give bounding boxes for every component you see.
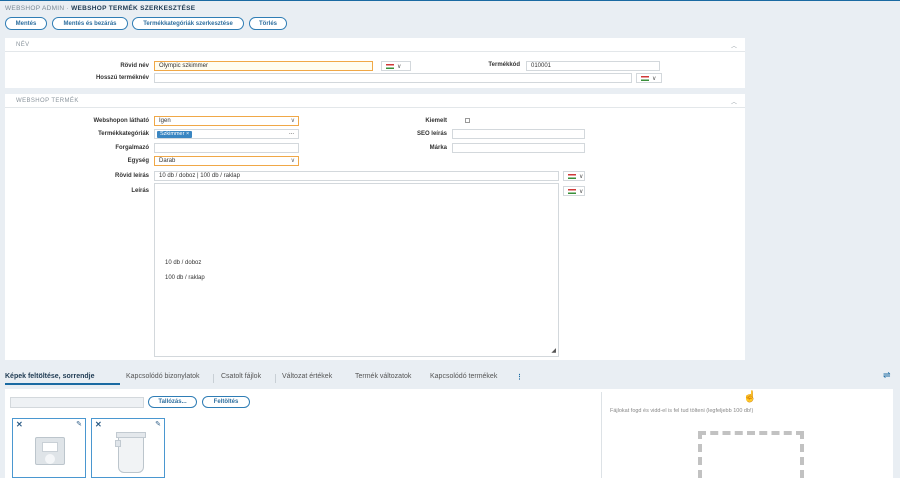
categories-label: Termékkategóriák [98, 131, 149, 137]
featured-label: Kiemelt [425, 118, 447, 124]
desc-line-2: 100 db / raklap [165, 275, 205, 281]
name-panel-header[interactable]: NÉV ︿ [5, 38, 745, 52]
pencil-icon[interactable]: ✎ [155, 420, 161, 428]
tab-bar: Képek feltöltése, sorrendje Kapcsolódó b… [0, 368, 900, 386]
breadcrumb-root[interactable]: WEBSHOP ADMIN [5, 5, 64, 12]
desc-label: Leírás [131, 188, 149, 194]
tab-related-documents[interactable]: Kapcsolódó bizonylatok [126, 373, 200, 380]
chevron-down-icon: ∨ [579, 173, 584, 180]
tab-related-products[interactable]: Kapcsolódó termékek [430, 373, 497, 380]
categories-more-button[interactable]: ... [289, 129, 294, 137]
tab-variant-values[interactable]: Változat értékek [282, 373, 332, 380]
short-name-label: Rövid név [120, 63, 149, 69]
unit-select[interactable]: Darab ∨ [154, 156, 299, 166]
short-desc-input[interactable]: 10 db / doboz | 100 db / raklap [154, 171, 559, 181]
delete-button[interactable]: Törlés [249, 17, 287, 30]
chevron-down-icon: ∨ [579, 188, 584, 195]
brand-label: Márka [429, 145, 447, 151]
breadcrumb-separator: · [66, 5, 69, 12]
webshop-panel-title: WEBSHOP TERMÉK [16, 98, 79, 104]
upload-divider [601, 392, 602, 478]
short-name-input[interactable]: Olympic szkimmer [154, 61, 373, 71]
top-accent-line [0, 0, 900, 1]
resize-handle-icon[interactable]: ◢ [551, 347, 556, 354]
long-name-lang-select[interactable]: ∨ [636, 73, 662, 83]
seo-label: SEO leírás [416, 131, 447, 137]
drop-hint: Fájlokat fogd és vidd-el is fel tud tölt… [610, 408, 754, 414]
tab-attached-files[interactable]: Csatolt fájlok [221, 373, 261, 380]
swap-arrows-icon[interactable]: ⇌ [883, 370, 891, 381]
hungarian-flag-icon [568, 173, 576, 179]
file-path-input[interactable] [10, 397, 144, 408]
drag-hand-icon: ☝ [743, 391, 757, 403]
tab-separator [275, 374, 276, 383]
brand-input[interactable] [452, 143, 585, 153]
hungarian-flag-icon [568, 188, 576, 194]
tab-images[interactable]: Képek feltöltése, sorrendje [5, 373, 94, 380]
seo-input[interactable] [452, 129, 585, 139]
long-name-label: Hosszú terméknév [95, 75, 149, 81]
visible-label: Webshopon látható [93, 118, 149, 124]
skimmer-image [115, 432, 146, 473]
featured-checkbox[interactable] [465, 118, 470, 123]
tab-separator [213, 374, 214, 383]
product-code-input[interactable]: 010001 [526, 61, 660, 71]
image-thumbnail-1[interactable]: ✕ ✎ [12, 418, 86, 478]
edit-categories-button[interactable]: Termékkategóriák szerkesztése [132, 17, 244, 30]
hungarian-flag-icon [386, 63, 394, 69]
chevron-up-icon[interactable]: ︿ [731, 97, 737, 106]
tab-product-variants[interactable]: Termék változatok [355, 373, 411, 380]
category-tag[interactable]: Szkimmer × [157, 131, 193, 138]
browse-button[interactable]: Tallózás... [148, 396, 197, 408]
desc-line-1: 10 db / doboz [165, 260, 202, 266]
product-code-label: Termékkód [488, 62, 520, 68]
chevron-down-icon: ∨ [652, 75, 657, 82]
skimmer-image [35, 437, 65, 465]
chevron-down-icon: ∨ [290, 118, 295, 124]
short-desc-lang-select[interactable]: ∨ [563, 171, 585, 181]
long-name-input[interactable] [154, 73, 632, 83]
save-close-button[interactable]: Mentés és bezárás [52, 17, 128, 30]
short-desc-label: Rövid leírás [114, 173, 149, 179]
drop-zone[interactable] [698, 431, 804, 478]
distributor-input[interactable] [154, 143, 299, 153]
hungarian-flag-icon [641, 75, 649, 81]
breadcrumb: WEBSHOP ADMIN · WEBSHOP TERMÉK SZERKESZT… [5, 5, 195, 12]
categories-input[interactable]: Szkimmer ×... [154, 129, 299, 139]
vertical-dots-icon[interactable]: ⋮ [516, 373, 523, 381]
pencil-icon[interactable]: ✎ [76, 420, 82, 428]
close-icon[interactable]: ✕ [95, 420, 102, 429]
unit-label: Egység [127, 158, 149, 164]
desc-lang-select[interactable]: ∨ [563, 186, 585, 196]
save-button[interactable]: Mentés [5, 17, 47, 30]
active-tab-indicator [5, 383, 120, 385]
chevron-down-icon: ∨ [397, 63, 402, 70]
short-name-lang-select[interactable]: ∨ [381, 61, 411, 71]
webshop-panel-header[interactable]: WEBSHOP TERMÉK ︿ [5, 94, 745, 108]
unit-value: Darab [159, 158, 176, 164]
description-textarea[interactable]: 10 db / doboz 100 db / raklap ◢ [154, 183, 559, 357]
close-icon[interactable]: ✕ [16, 420, 23, 429]
upload-button[interactable]: Feltöltés [202, 396, 250, 408]
visible-value: Igen [159, 118, 171, 124]
chevron-up-icon[interactable]: ︿ [731, 41, 737, 50]
image-thumbnail-2[interactable]: ✕ ✎ [91, 418, 165, 478]
name-panel-title: NÉV [16, 42, 30, 48]
chevron-down-icon: ∨ [290, 158, 295, 164]
breadcrumb-current: WEBSHOP TERMÉK SZERKESZTÉSE [71, 5, 196, 12]
visible-select[interactable]: Igen ∨ [154, 116, 299, 126]
distributor-label: Forgalmazó [115, 145, 149, 151]
